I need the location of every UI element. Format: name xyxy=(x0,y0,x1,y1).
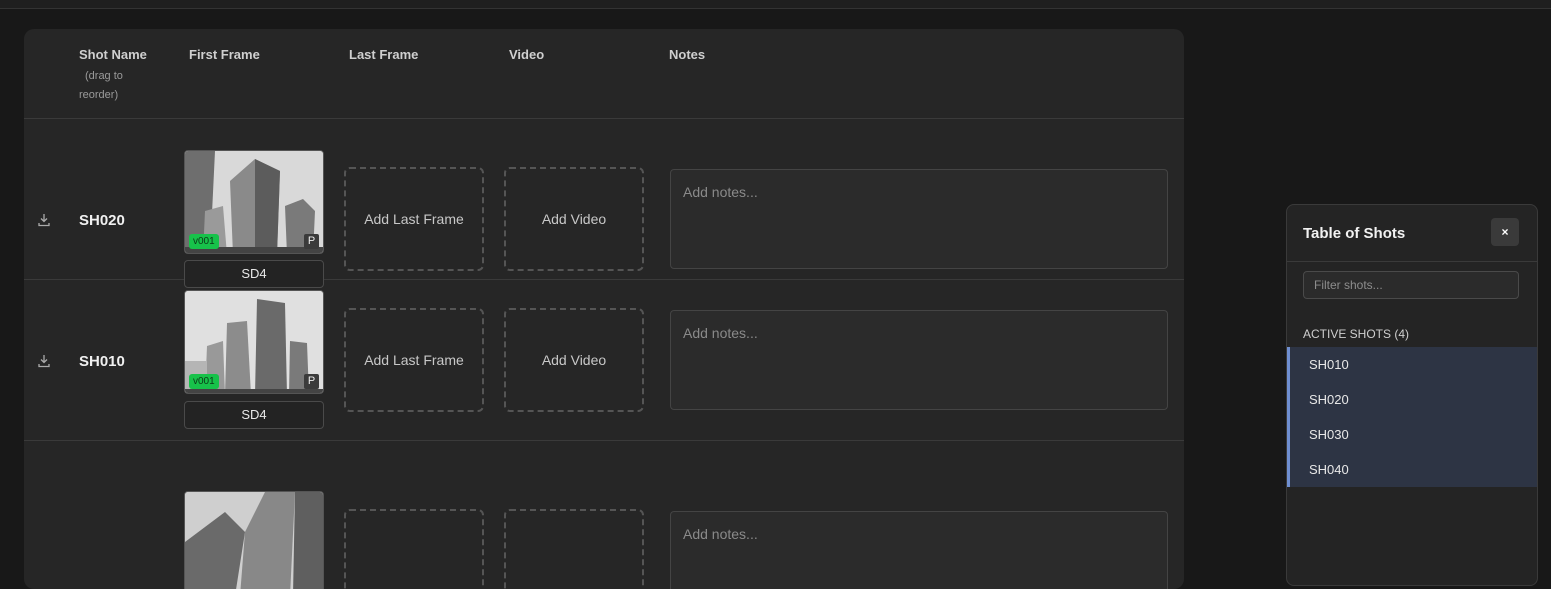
shot-name[interactable]: SH020 xyxy=(79,212,125,229)
table-of-shots-panel: Table of Shots × ACTIVE SHOTS (4) SH010 … xyxy=(1286,204,1538,586)
header-shot-name: Shot Name xyxy=(79,47,147,62)
p-badge: P xyxy=(304,374,319,389)
toc-item-sh010[interactable]: SH010 xyxy=(1287,347,1537,382)
header-notes: Notes xyxy=(669,47,706,62)
table-row: Add notes... xyxy=(24,441,1184,589)
p-badge: P xyxy=(304,234,319,249)
add-video-dropzone[interactable]: Add Video xyxy=(504,308,644,412)
filter-shots-input[interactable] xyxy=(1303,271,1519,299)
shots-table: Shot Name (drag to reorder) First Frame … xyxy=(24,29,1184,589)
add-video-dropzone[interactable]: Add Video xyxy=(504,167,644,271)
drag-handle-icon[interactable] xyxy=(37,354,51,368)
top-bar xyxy=(0,0,1551,9)
first-frame-thumbnail[interactable] xyxy=(184,491,324,589)
table-row: SH020 v001 P SD4 Add Last Frame Add Vide… xyxy=(24,119,1184,288)
notes-field[interactable]: Add notes... xyxy=(670,310,1168,410)
add-last-frame-dropzone[interactable]: Add Last Frame xyxy=(344,308,484,412)
notes-field[interactable]: Add notes... xyxy=(670,511,1168,589)
header-video: Video xyxy=(509,47,545,62)
first-frame-thumbnail[interactable]: v001 P xyxy=(184,290,324,394)
shot-name[interactable]: SH010 xyxy=(79,353,125,370)
add-last-frame-dropzone[interactable] xyxy=(344,509,484,589)
first-frame-thumbnail[interactable]: v001 P xyxy=(184,150,324,254)
notes-field[interactable]: Add notes... xyxy=(670,169,1168,269)
active-shots-label: ACTIVE SHOTS (4) xyxy=(1303,327,1410,341)
close-button[interactable]: × xyxy=(1491,218,1519,246)
table-row: SH010 v001 P SD4 Add Last Frame Add Vide… xyxy=(24,280,1184,441)
toc-item-sh030[interactable]: SH030 xyxy=(1287,417,1537,452)
add-last-frame-dropzone[interactable]: Add Last Frame xyxy=(344,167,484,271)
header-first-frame: First Frame xyxy=(189,47,260,62)
toc-item-sh040[interactable]: SH040 xyxy=(1287,452,1537,487)
header-last-frame: Last Frame xyxy=(349,47,419,62)
model-button[interactable]: SD4 xyxy=(184,401,324,429)
toc-header: Table of Shots × xyxy=(1287,205,1537,262)
toc-title: Table of Shots xyxy=(1303,225,1406,242)
header-shot-name-hint: (drag to reorder) xyxy=(79,70,123,101)
toc-item-sh020[interactable]: SH020 xyxy=(1287,382,1537,417)
version-badge: v001 xyxy=(189,234,219,249)
drag-handle-icon[interactable] xyxy=(37,213,51,227)
toc-list: SH010 SH020 SH030 SH040 xyxy=(1287,347,1537,487)
version-badge: v001 xyxy=(189,374,219,389)
table-header: Shot Name (drag to reorder) First Frame … xyxy=(24,29,1184,119)
add-video-dropzone[interactable] xyxy=(504,509,644,589)
